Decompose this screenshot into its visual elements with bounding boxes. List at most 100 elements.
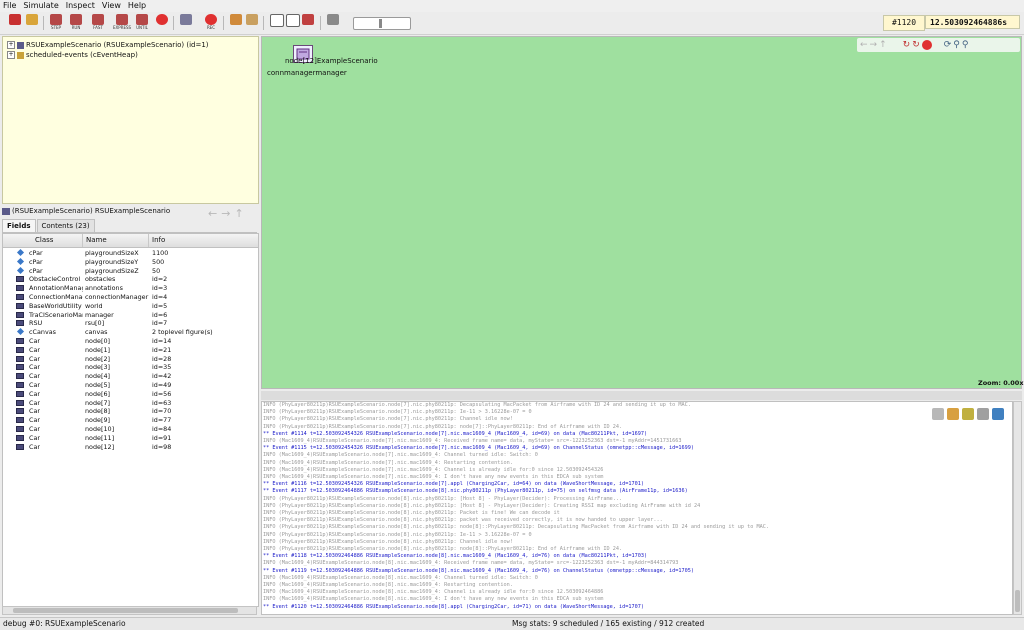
table-row[interactable]: Car node[8] id=70 xyxy=(3,407,258,416)
network-graph-button[interactable] xyxy=(230,14,242,32)
slider-knob[interactable] xyxy=(379,19,382,28)
log-event-line: ** Event #1115 t=12.503092454326 RSUExam… xyxy=(263,445,694,452)
contents-table[interactable]: Class Name Info cPar playgroundSizeX 1100 c… xyxy=(2,233,259,607)
table-row[interactable]: RSU rsu[0] id=7 xyxy=(3,319,258,328)
table-row[interactable]: Car node[2] id=28 xyxy=(3,355,258,364)
menu-view[interactable]: View xyxy=(99,0,125,12)
vertical-scrollbar[interactable] xyxy=(1013,401,1022,615)
log-info-line: INFO (Mac1609_4)RSUExampleScenario.node[… xyxy=(263,438,682,444)
cell-info: id=63 xyxy=(152,398,172,407)
step-icon xyxy=(50,14,62,25)
table-row[interactable]: Car node[6] id=56 xyxy=(3,390,258,399)
table-row[interactable]: cPar playgroundSizeX 1100 xyxy=(3,248,258,258)
forward-icon[interactable]: → xyxy=(870,40,878,50)
table-row[interactable]: TraCIScenarioMar manager id=6 xyxy=(3,311,258,320)
parameter-icon xyxy=(16,257,25,265)
table-row[interactable]: Car node[1] id=21 xyxy=(3,346,258,355)
horizontal-scrollbar[interactable] xyxy=(2,606,257,615)
event-number-display: #1120 xyxy=(883,15,925,31)
log-info-line: INFO (PhyLayer80211p)RSUExampleScenario.… xyxy=(263,423,623,430)
table-row[interactable]: Car node[12] id=98 xyxy=(3,443,258,452)
menu-inspect[interactable]: Inspect xyxy=(63,0,99,12)
cell-class: Car xyxy=(29,425,41,433)
table-row[interactable]: Car node[3] id=35 xyxy=(3,363,258,372)
table-row[interactable]: Car node[9] id=77 xyxy=(3,416,258,425)
tree-item-scheduled-events[interactable]: + scheduled-events (cEventHeap) xyxy=(7,50,138,60)
cell-name: node[4] xyxy=(85,372,111,381)
rerun-icon[interactable]: ↻ xyxy=(903,40,911,50)
log-splitter[interactable] xyxy=(261,391,1022,400)
table-row[interactable]: BaseWorldUtility world id=5 xyxy=(3,302,258,311)
table-row[interactable]: Car node[10] id=84 xyxy=(3,425,258,434)
table-row[interactable]: cPar playgroundSizeY 500 xyxy=(3,257,258,267)
cell-class: Car xyxy=(29,416,41,425)
copy-icon[interactable] xyxy=(932,408,944,420)
stop-button[interactable] xyxy=(156,14,168,32)
find-objects-button[interactable] xyxy=(180,14,192,32)
table-row[interactable]: Car node[7] id=63 xyxy=(3,399,258,408)
event-log-view[interactable]: INFO (PhyLayer80211p)RSUExampleScenario.… xyxy=(261,401,1013,615)
run-button[interactable]: RUN xyxy=(70,14,82,32)
module-icon xyxy=(16,426,24,432)
table-row[interactable]: Car node[4] id=42 xyxy=(3,372,258,381)
table-row[interactable]: Car node[5] id=49 xyxy=(3,381,258,390)
find-icon[interactable] xyxy=(947,408,959,420)
run-until-button[interactable]: UNTIL xyxy=(136,14,148,32)
messages-mode-icon[interactable] xyxy=(977,408,989,420)
cell-name: node[2] xyxy=(85,354,111,363)
relayout-icon[interactable]: ⟳ xyxy=(944,40,952,50)
express-run-button[interactable]: EXPRESS xyxy=(113,14,131,32)
column-info[interactable]: Info xyxy=(149,234,258,247)
module-icon xyxy=(16,311,24,318)
stop-icon[interactable] xyxy=(921,40,932,50)
module-icon xyxy=(16,390,24,397)
menu-simulate[interactable]: Simulate xyxy=(20,0,62,12)
express-label: EXPRESS xyxy=(113,25,132,30)
column-class[interactable]: Class xyxy=(3,234,83,247)
preferences-button[interactable] xyxy=(327,14,339,32)
object-tree[interactable]: + RSUExampleScenario (RSUExampleScenario… xyxy=(2,36,259,204)
load-network-button[interactable] xyxy=(9,14,21,32)
event-log-button[interactable] xyxy=(246,14,258,32)
layout-split-button[interactable] xyxy=(270,14,284,32)
cell-class: cPar xyxy=(29,249,43,257)
log-mode-icon[interactable] xyxy=(992,408,1004,420)
tab-contents[interactable]: Contents (23) xyxy=(36,219,95,232)
back-icon[interactable]: ← xyxy=(860,40,868,50)
fast-rerun-icon[interactable]: ↻ xyxy=(912,40,920,50)
zoom-out-icon[interactable]: ⚲ xyxy=(962,40,969,50)
cell-name: rsu[0] xyxy=(85,319,105,328)
table-row[interactable]: ObstacleControl obstacles id=2 xyxy=(3,275,258,284)
scrollbar-thumb[interactable] xyxy=(13,608,238,613)
table-row[interactable]: cPar playgroundSizeZ 50 xyxy=(3,266,258,276)
menu-help[interactable]: Help xyxy=(125,0,150,12)
cell-class: TraCIScenarioMar xyxy=(29,310,83,319)
column-name[interactable]: Name xyxy=(83,234,149,247)
filter-icon[interactable] xyxy=(962,408,974,420)
layout-horizontal-button[interactable] xyxy=(286,14,300,32)
cell-name: manager xyxy=(85,310,114,319)
cell-name: node[10] xyxy=(85,425,115,433)
animation-speed-slider[interactable] xyxy=(353,17,411,30)
open-ini-button[interactable] xyxy=(26,14,38,32)
step-button[interactable]: STEP xyxy=(50,14,62,32)
table-row[interactable]: Car node[0] id=14 xyxy=(3,337,258,346)
expand-icon[interactable]: + xyxy=(7,51,15,59)
record-button[interactable]: REC xyxy=(205,14,217,32)
up-icon[interactable]: ↑ xyxy=(879,40,887,50)
layout-toggle-button[interactable] xyxy=(302,14,314,32)
table-row[interactable]: ConnectionManag connectionManager id=4 xyxy=(3,293,258,302)
parameter-icon xyxy=(16,328,25,336)
tab-fields[interactable]: Fields xyxy=(2,219,36,232)
table-row[interactable]: cCanvas canvas 2 toplevel figure(s) xyxy=(3,328,258,337)
table-row[interactable]: AnnotationManag annotations id=3 xyxy=(3,284,258,293)
network-canvas[interactable] xyxy=(261,36,1022,389)
fast-run-button[interactable]: FAST xyxy=(92,14,104,32)
zoom-in-icon[interactable]: ⚲ xyxy=(953,40,960,50)
tree-item-network[interactable]: + RSUExampleScenario (RSUExampleScenario… xyxy=(7,40,209,50)
table-row[interactable]: Car node[11] id=91 xyxy=(3,434,258,443)
scrollbar-thumb[interactable] xyxy=(1015,590,1020,612)
cell-info: 500 xyxy=(152,257,165,266)
menu-file[interactable]: File xyxy=(0,0,20,12)
expand-icon[interactable]: + xyxy=(7,41,15,49)
